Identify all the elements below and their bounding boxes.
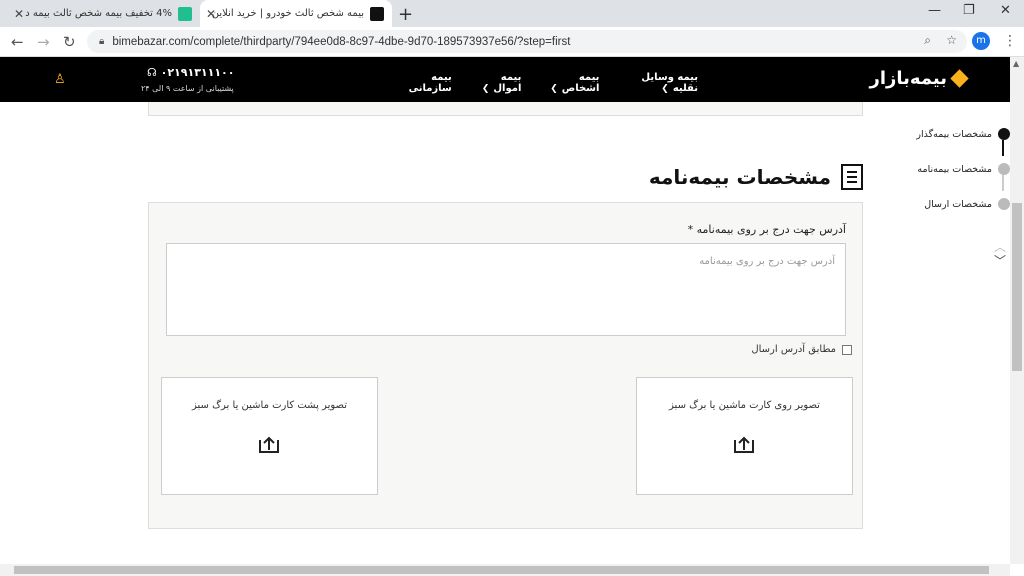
upload-card-front[interactable]: تصویر روی کارت ماشین یا برگ سبز bbox=[636, 377, 853, 495]
tab-favicon-icon bbox=[370, 6, 384, 21]
tab-close-icon[interactable]: ✕ bbox=[206, 7, 216, 21]
address-label: آدرس جهت درج بر روی بیمه‌نامه * bbox=[687, 223, 846, 236]
progress-stepper: مشخصات بیمه‌گذار مشخصات بیمه‌نامه مشخصات… bbox=[897, 120, 1010, 230]
tab-title: 4% تخفیف بیمه شخص ثالث بیمه د bbox=[25, 8, 172, 19]
stepper-line bbox=[1002, 140, 1004, 156]
section-title-text: مشخصات بیمه‌نامه bbox=[648, 165, 831, 189]
zoom-icon[interactable]: ⌕ bbox=[924, 33, 931, 47]
section-title: مشخصات بیمه‌نامه bbox=[648, 162, 863, 192]
site-logo[interactable]: بیمه‌بازار bbox=[869, 68, 969, 89]
chevron-down-icon: ❯ bbox=[661, 84, 669, 94]
chevron-down-icon[interactable]: ﹀ bbox=[994, 254, 1006, 268]
vertical-scrollbar[interactable]: ▲ bbox=[1010, 57, 1024, 564]
logo-text: بیمه‌بازار bbox=[869, 68, 947, 89]
upload-icon bbox=[734, 436, 754, 453]
same-as-shipping-checkbox[interactable] bbox=[842, 344, 852, 355]
reload-icon[interactable]: ↻ bbox=[63, 33, 76, 51]
step-policyholder[interactable]: مشخصات بیمه‌گذار bbox=[916, 128, 1010, 140]
window-close-icon[interactable]: ✕ bbox=[1000, 3, 1011, 18]
horizontal-scrollbar[interactable] bbox=[0, 564, 1010, 576]
url-text: bimebazar.com/complete/thirdparty/794ee0… bbox=[112, 35, 571, 48]
step-dot-icon bbox=[998, 128, 1010, 140]
restore-icon[interactable]: ❐ bbox=[963, 3, 975, 18]
tab-title: بیمه شخص ثالث خودرو | خرید آنلاین bbox=[211, 8, 364, 19]
nav-item-vehicle[interactable]: بیمه وسایل نقلیه❯ bbox=[613, 72, 698, 94]
forward-arrow-icon[interactable]: → bbox=[37, 33, 50, 51]
same-as-shipping[interactable]: مطابق آدرس ارسال bbox=[751, 344, 852, 355]
step-policy[interactable]: مشخصات بیمه‌نامه bbox=[917, 163, 1010, 175]
chevron-down-icon: ❯ bbox=[550, 84, 558, 94]
address-bar[interactable]: 🔒︎ bimebazar.com/complete/thirdparty/794… bbox=[87, 30, 967, 53]
back-arrow-icon[interactable]: ← bbox=[11, 33, 24, 51]
profile-avatar[interactable]: m bbox=[972, 32, 990, 50]
chevron-down-icon: ❯ bbox=[481, 84, 490, 94]
step-dot-icon bbox=[998, 198, 1010, 210]
document-icon bbox=[841, 164, 863, 190]
step-dot-icon bbox=[998, 163, 1010, 175]
headset-icon: ☊ bbox=[147, 66, 157, 79]
nav-item-property[interactable]: بیمه اموال❯ bbox=[466, 72, 522, 94]
browser-tabstrip: 4% تخفیف بیمه شخص ثالث بیمه د ✕ بیمه شخص… bbox=[0, 0, 1024, 27]
same-as-shipping-label: مطابق آدرس ارسال bbox=[751, 344, 836, 355]
scrollbar-thumb[interactable] bbox=[1012, 203, 1022, 371]
logo-mark-icon bbox=[950, 69, 969, 88]
lock-icon: 🔒︎ bbox=[99, 36, 105, 47]
nav-item-persons[interactable]: بیمه اشخاص❯ bbox=[535, 72, 599, 94]
previous-section-box bbox=[148, 102, 863, 116]
address-input[interactable] bbox=[166, 243, 846, 336]
stepper-line bbox=[1002, 175, 1004, 191]
main-nav: بیمه وسایل نقلیه❯ بیمه اشخاص❯ بیمه اموال… bbox=[393, 72, 698, 94]
policy-form-panel: آدرس جهت درج بر روی بیمه‌نامه * مطابق آد… bbox=[148, 202, 863, 529]
minimize-icon[interactable]: — bbox=[928, 3, 941, 18]
upload-back-label: تصویر پشت کارت ماشین یا برگ سبز bbox=[192, 400, 347, 411]
new-tab-button[interactable]: + bbox=[398, 4, 413, 25]
browser-tab-1[interactable]: 4% تخفیف بیمه شخص ثالث بیمه د ✕ bbox=[8, 0, 200, 27]
scroll-up-icon[interactable]: ▲ bbox=[1013, 59, 1019, 68]
tab-favicon-icon bbox=[178, 6, 192, 21]
step-shipping[interactable]: مشخصات ارسال bbox=[924, 198, 1010, 210]
nav-item-corporate[interactable]: بیمه سازمانی bbox=[393, 72, 452, 94]
browser-tab-2[interactable]: بیمه شخص ثالث خودرو | خرید آنلاین ✕ bbox=[200, 0, 392, 27]
support-hours: پشتیبانی از ساعت ۹ الی ۲۴ bbox=[141, 84, 234, 93]
browser-menu-icon[interactable]: ⋮ bbox=[1003, 33, 1017, 49]
tab-close-icon[interactable]: ✕ bbox=[14, 7, 24, 21]
user-account-icon[interactable]: ♙ bbox=[54, 72, 66, 87]
step-nav-arrows: ︿ ﹀ bbox=[994, 240, 1006, 268]
support-phone[interactable]: ☊ ۰۲۱۹۱۳۱۱۱۰۰ bbox=[147, 66, 234, 79]
scrollbar-thumb[interactable] bbox=[14, 566, 989, 574]
upload-card-back[interactable]: تصویر پشت کارت ماشین یا برگ سبز bbox=[161, 377, 378, 495]
bookmark-star-icon[interactable]: ☆ bbox=[946, 33, 957, 47]
chevron-up-icon[interactable]: ︿ bbox=[994, 240, 1006, 254]
site-header: بیمه‌بازار بیمه وسایل نقلیه❯ بیمه اشخاص❯… bbox=[0, 57, 1010, 102]
upload-front-label: تصویر روی کارت ماشین یا برگ سبز bbox=[669, 400, 820, 411]
browser-toolbar: ← → ↻ 🔒︎ bimebazar.com/complete/thirdpar… bbox=[0, 27, 1024, 57]
upload-icon bbox=[259, 436, 279, 453]
